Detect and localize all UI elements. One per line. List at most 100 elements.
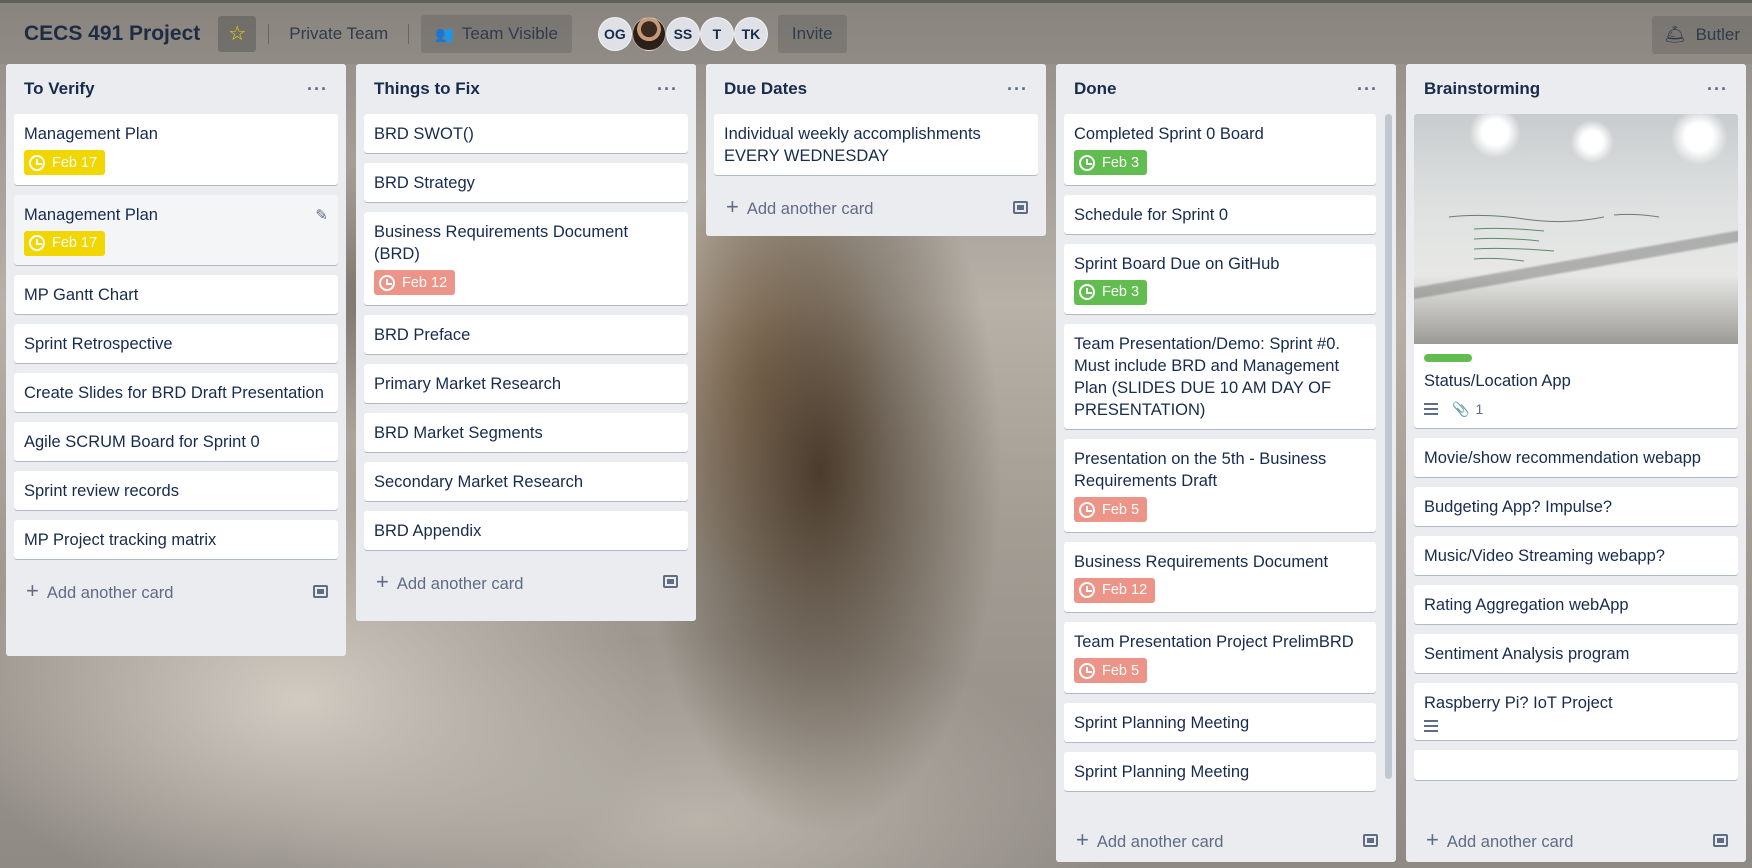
list-card[interactable]: BRD Market Segments: [364, 412, 688, 452]
star-button[interactable]: ☆: [218, 15, 257, 52]
list-header[interactable]: Due Dates ···: [714, 64, 1038, 114]
list-card[interactable]: Team Presentation/Demo: Sprint #0. Must …: [1064, 324, 1376, 429]
add-card-button[interactable]: + Add another card: [364, 560, 688, 604]
list-header[interactable]: Done ···: [1064, 64, 1388, 114]
list-card[interactable]: BRD Appendix: [364, 510, 688, 550]
card-title: Sentiment Analysis program: [1424, 645, 1630, 663]
card-title: BRD SWOT(): [374, 125, 474, 143]
list-card[interactable]: Team Presentation Project PrelimBRD Feb …: [1064, 622, 1376, 693]
list-card[interactable]: Business Requirements Document Feb 12: [1064, 541, 1376, 612]
due-date-badge[interactable]: Feb 3: [1074, 279, 1148, 305]
list-cards-scroll[interactable]: Status/Location App 📎 1 Movie/show recom…: [1414, 114, 1738, 818]
list-to-verify: To Verify ··· Management Plan Feb 17 Man…: [6, 64, 346, 656]
list-card[interactable]: Sentiment Analysis program: [1414, 634, 1738, 673]
list-header[interactable]: Brainstorming ···: [1414, 64, 1738, 114]
add-card-label: Add another card: [46, 584, 174, 602]
list-card[interactable]: Movie/show recommendation webapp: [1414, 438, 1738, 477]
list-title[interactable]: Brainstorming: [1424, 79, 1540, 99]
board-members: OG SS T TK: [597, 16, 768, 51]
list-title[interactable]: To Verify: [24, 79, 95, 99]
list-card[interactable]: Sprint Board Due on GitHub Feb 3: [1064, 243, 1376, 314]
list-card[interactable]: BRD Preface: [364, 314, 688, 354]
list-brainstorming: Brainstorming ··· Status/Location App 📎 …: [1406, 64, 1746, 862]
butler-button[interactable]: 🛎 Butler: [1651, 16, 1752, 54]
scrollbar[interactable]: [1385, 114, 1392, 779]
list-card[interactable]: MP Gantt Chart: [14, 275, 338, 314]
card-template-icon[interactable]: [313, 584, 328, 598]
add-card-label: Add another card: [746, 200, 874, 218]
edit-pencil-icon[interactable]: ✎: [315, 205, 328, 227]
avatar[interactable]: OG: [597, 16, 632, 51]
list-menu-icon[interactable]: ···: [1707, 79, 1728, 100]
due-date-badge[interactable]: Feb 5: [1074, 658, 1148, 683]
list-card[interactable]: Primary Market Research: [364, 363, 688, 403]
butler-icon: 🛎: [1663, 25, 1686, 44]
avatar[interactable]: SS: [665, 16, 700, 51]
card-title: Sprint Board Due on GitHub: [1074, 254, 1280, 273]
list-card[interactable]: Sprint Planning Meeting: [1064, 702, 1376, 742]
invite-button[interactable]: Invite: [777, 14, 847, 53]
due-date-badge[interactable]: Feb 12: [1074, 577, 1156, 603]
list-card[interactable]: Management Plan ✎ Feb 17: [14, 194, 338, 265]
list-header[interactable]: To Verify ···: [14, 64, 338, 114]
add-card-button[interactable]: + Add another card: [14, 569, 338, 613]
header-divider: [268, 23, 270, 44]
card-title: Sprint Planning Meeting: [1074, 762, 1250, 781]
list-title[interactable]: Done: [1074, 79, 1117, 99]
list-card[interactable]: Budgeting App? Impulse?: [1414, 487, 1738, 526]
add-card-button[interactable]: + Add another card: [1414, 818, 1738, 862]
list-card[interactable]: Rating Aggregation webApp: [1414, 585, 1738, 624]
list-card[interactable]: Status/Location App 📎 1: [1414, 114, 1738, 428]
list-card[interactable]: Secondary Market Research: [364, 461, 688, 501]
card-template-icon[interactable]: [663, 575, 678, 588]
due-date-badge[interactable]: Feb 17: [24, 150, 106, 175]
avatar[interactable]: T: [699, 16, 734, 51]
list-title[interactable]: Things to Fix: [374, 79, 480, 99]
visibility-label: Team Visible: [461, 23, 558, 43]
list-menu-icon[interactable]: ···: [307, 79, 328, 100]
due-date-badge[interactable]: Feb 12: [374, 270, 456, 295]
list-card[interactable]: Raspberry Pi? IoT Project: [1414, 683, 1738, 740]
avatar[interactable]: [631, 16, 666, 51]
list-card[interactable]: Management Plan Feb 17: [14, 114, 338, 185]
card-template-icon[interactable]: [1713, 833, 1728, 847]
list-card[interactable]: Schedule for Sprint 0: [1064, 194, 1376, 234]
add-card-button[interactable]: + Add another card: [714, 185, 1038, 229]
list-menu-icon[interactable]: ···: [657, 79, 678, 100]
due-date: Feb 12: [402, 274, 448, 291]
card-template-icon[interactable]: [1363, 833, 1378, 847]
list-card[interactable]: MP Project tracking matrix: [14, 520, 338, 559]
list-card[interactable]: Presentation on the 5th - Business Requi…: [1064, 439, 1376, 532]
list-card[interactable]: Individual weekly accomplishments EVERY …: [714, 114, 1038, 175]
due-date-badge[interactable]: Feb 5: [1074, 497, 1148, 522]
list-card[interactable]: Agile SCRUM Board for Sprint 0: [14, 422, 338, 461]
list-cards-scroll[interactable]: Completed Sprint 0 Board Feb 3 Schedule …: [1064, 114, 1388, 818]
add-card-button[interactable]: + Add another card: [1064, 818, 1388, 862]
due-date: Feb 17: [52, 235, 98, 251]
list-card[interactable]: Create Slides for BRD Draft Presentation: [14, 373, 338, 412]
due-date-badge[interactable]: Feb 3: [1074, 150, 1148, 175]
card-title: MP Gantt Chart: [24, 286, 139, 304]
list-card[interactable]: BRD SWOT(): [364, 114, 688, 153]
list-card[interactable]: [1414, 750, 1738, 780]
list-card[interactable]: Completed Sprint 0 Board Feb 3: [1064, 114, 1376, 185]
card-label-green[interactable]: [1424, 354, 1472, 362]
list-card[interactable]: Business Requirements Document (BRD) Feb…: [364, 212, 688, 305]
list-card[interactable]: Sprint Retrospective: [14, 324, 338, 363]
list-menu-icon[interactable]: ···: [1357, 79, 1378, 100]
team-name-button[interactable]: Private Team: [281, 24, 396, 44]
list-card[interactable]: Music/Video Streaming webapp?: [1414, 536, 1738, 575]
list-title[interactable]: Due Dates: [724, 79, 807, 99]
due-date-badge[interactable]: Feb 17: [24, 230, 106, 256]
visibility-button[interactable]: 👥 Team Visible: [421, 14, 572, 53]
list-menu-icon[interactable]: ···: [1007, 79, 1028, 100]
list-card[interactable]: BRD Strategy: [364, 163, 688, 202]
card-title: Team Presentation/Demo: Sprint #0. Must …: [1074, 335, 1340, 419]
card-title: Budgeting App? Impulse?: [1424, 498, 1613, 516]
list-header[interactable]: Things to Fix ···: [364, 64, 688, 114]
list-card[interactable]: Sprint review records: [14, 471, 338, 510]
card-template-icon[interactable]: [1013, 200, 1028, 214]
avatar[interactable]: TK: [733, 16, 768, 51]
list-card[interactable]: Sprint Planning Meeting: [1064, 751, 1376, 791]
board-title[interactable]: CECS 491 Project: [14, 22, 210, 46]
